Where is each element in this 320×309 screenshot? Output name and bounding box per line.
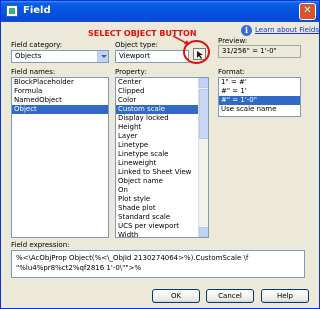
list-item[interactable]: Formula [12, 87, 108, 96]
scroll-down-icon[interactable] [199, 227, 208, 237]
list-item[interactable]: Standard scale [116, 213, 198, 222]
list-item[interactable]: Object name [116, 177, 198, 186]
property-label: Property: [115, 68, 147, 76]
scroll-up-icon[interactable] [199, 78, 208, 88]
field-names-label: Field names: [11, 68, 56, 76]
format-label: Format: [218, 68, 246, 76]
help-button[interactable]: Help [261, 289, 309, 303]
title-bar[interactable]: Field ✕ [1, 1, 319, 22]
cancel-button[interactable]: Cancel [206, 289, 254, 303]
list-item[interactable]: UCS per viewport [116, 222, 198, 231]
list-item[interactable]: Linetype [116, 141, 198, 150]
format-list[interactable]: 1" = #' #" = 1' #" = 1'-0" Use scale nam… [218, 77, 301, 117]
field-category-value: Objects [15, 52, 42, 60]
list-item[interactable]: Color [116, 96, 198, 105]
close-button[interactable]: ✕ [299, 3, 316, 20]
list-item[interactable]: 1" = #' [219, 78, 300, 87]
list-item[interactable]: Width [116, 231, 198, 237]
list-item[interactable]: BlockPlaceholder [12, 78, 108, 87]
list-item-selected[interactable]: Object [12, 105, 108, 114]
list-item[interactable]: Height [116, 123, 198, 132]
property-scrollbar[interactable] [198, 78, 208, 237]
property-list[interactable]: Center Clipped Color Custom scale Display lo… [115, 77, 209, 238]
field-names-list[interactable]: BlockPlaceholder Formula NamedObject Obj… [11, 77, 109, 238]
list-item[interactable]: Use scale name [219, 105, 300, 114]
list-item[interactable]: Shade plot [116, 204, 198, 213]
field-category-select[interactable]: Objects [11, 50, 109, 63]
field-dialog: Field ✕ SELECT OBJECT BUTTON i Learn abo… [0, 0, 320, 309]
preview-field: 31/256" = 1'-0" [218, 45, 301, 58]
highlight-circle [183, 40, 210, 64]
chevron-down-icon[interactable] [97, 51, 108, 62]
object-type-select[interactable]: Viewport [115, 50, 189, 63]
field-expression-label: Field expression: [11, 241, 70, 249]
list-item[interactable]: Clipped [116, 87, 198, 96]
preview-label: Preview: [218, 37, 248, 45]
window-title: Field [23, 5, 51, 16]
property-items: Center Clipped Color Custom scale Display lo… [116, 78, 208, 237]
info-icon: i [241, 25, 252, 36]
scroll-thumb[interactable] [199, 89, 208, 139]
object-type-value: Viewport [119, 52, 150, 60]
list-item[interactable]: Layer [116, 132, 198, 141]
list-item[interactable]: NamedObject [12, 96, 108, 105]
list-item[interactable]: Lineweight [116, 159, 198, 168]
ok-button[interactable]: OK [152, 289, 200, 303]
field-expression-box[interactable]: %<\AcObjProp Object(%<\_ObjId 2130274064… [11, 250, 305, 278]
list-item-selected[interactable]: #" = 1'-0" [219, 96, 300, 105]
list-item[interactable]: Plot style [116, 195, 198, 204]
list-item-selected[interactable]: Custom scale [116, 105, 198, 114]
list-item[interactable]: Linked to Sheet View [116, 168, 198, 177]
list-item[interactable]: #" = 1' [219, 87, 300, 96]
list-item[interactable]: Linetype scale [116, 150, 198, 159]
list-item[interactable]: Center [116, 78, 198, 87]
object-type-label: Object type: [115, 41, 159, 49]
app-icon [6, 5, 18, 17]
list-item[interactable]: On [116, 186, 198, 195]
field-category-label: Field category: [11, 41, 63, 49]
learn-about-fields-link[interactable]: Learn about Fields [255, 26, 319, 34]
list-item[interactable]: Display locked [116, 114, 198, 123]
